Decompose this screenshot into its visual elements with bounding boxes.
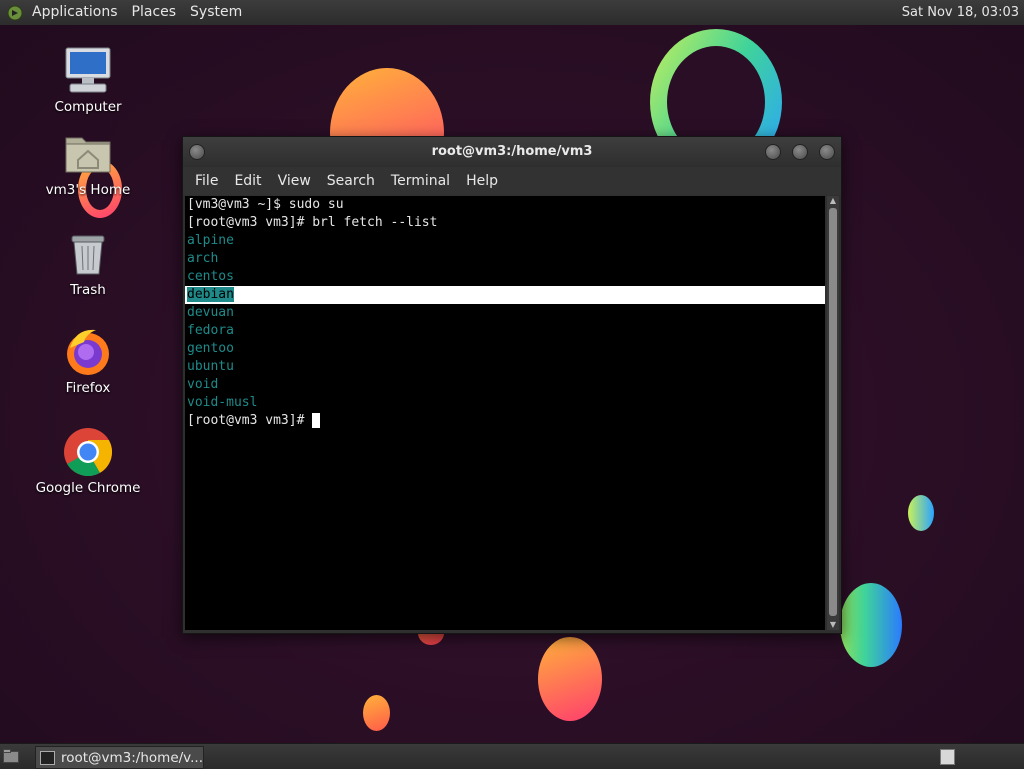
system-menu[interactable]: System [183, 0, 249, 25]
wallpaper-blob [840, 583, 902, 667]
terminal-line: fedora [187, 323, 234, 338]
text-cursor [312, 413, 321, 428]
terminal-line: devuan [187, 305, 234, 320]
menu-search[interactable]: Search [319, 173, 383, 189]
desktop-icon-trash[interactable]: Trash [33, 228, 143, 298]
desktop-icon-home[interactable]: vm3's Home [33, 128, 143, 198]
terminal-scrollbar[interactable]: ▲ ▼ [827, 196, 839, 630]
terminal-line: gentoo [187, 341, 234, 356]
show-desktop-icon[interactable] [3, 749, 19, 763]
menu-file[interactable]: File [187, 173, 226, 189]
scroll-up-icon[interactable]: ▲ [827, 196, 839, 206]
window-titlebar[interactable]: root@vm3:/home/vm3 [183, 137, 841, 167]
desktop-icon-label: vm3's Home [45, 182, 131, 198]
taskbar-terminal-button[interactable]: root@vm3:/home/v... [35, 746, 204, 769]
applications-menu[interactable]: Applications [25, 0, 125, 25]
taskbar-label: root@vm3:/home/v... [60, 749, 203, 766]
workspace-switcher[interactable] [940, 749, 955, 765]
terminal-line: ubuntu [187, 359, 234, 374]
menu-view[interactable]: View [270, 173, 319, 189]
minimize-button[interactable] [765, 144, 781, 160]
terminal-line: [root@vm3 vm3]# [185, 412, 825, 430]
wallpaper-blob [538, 637, 602, 721]
bottom-panel: root@vm3:/home/v... [0, 743, 1024, 769]
trash-icon [62, 228, 114, 280]
scroll-down-icon[interactable]: ▼ [827, 620, 839, 630]
desktop-icon-chrome[interactable]: Google Chrome [33, 426, 143, 496]
window-menu-button[interactable] [189, 144, 205, 160]
clock[interactable]: Sat Nov 18, 03:03 [902, 0, 1019, 25]
terminal-line: centos [187, 269, 234, 284]
chrome-icon [62, 426, 114, 478]
firefox-icon [62, 326, 114, 378]
selected-text: debian [187, 287, 234, 302]
wallpaper-blob [908, 495, 934, 531]
scrollbar-thumb[interactable] [829, 208, 837, 616]
menu-terminal[interactable]: Terminal [383, 173, 458, 189]
terminal-output[interactable]: [vm3@vm3 ~]$ sudo su [root@vm3 vm3]# brl … [185, 196, 825, 630]
terminal-line: arch [187, 251, 219, 266]
maximize-button[interactable] [792, 144, 808, 160]
terminal-line: alpine [187, 233, 234, 248]
desktop-icon-label: Google Chrome [35, 480, 141, 496]
menu-help[interactable]: Help [458, 173, 506, 189]
places-menu[interactable]: Places [125, 0, 184, 25]
window-title: root@vm3:/home/vm3 [431, 144, 593, 159]
menu-edit[interactable]: Edit [226, 173, 269, 189]
terminal-icon [40, 750, 55, 765]
terminal-line: debian [185, 286, 825, 304]
computer-icon [62, 45, 114, 97]
terminal-window[interactable]: root@vm3:/home/vm3 File Edit View Search… [182, 136, 842, 634]
home-folder-icon [62, 128, 114, 180]
prompt-text: [root@vm3 vm3]# [187, 413, 313, 428]
desktop-icon-computer[interactable]: Computer [33, 45, 143, 115]
terminal-line: void [187, 377, 219, 392]
close-button[interactable] [819, 144, 835, 160]
terminal-line: [root@vm3 vm3]# brl fetch --list [187, 215, 438, 230]
mate-logo-icon[interactable] [7, 5, 23, 21]
desktop-icon-firefox[interactable]: Firefox [33, 326, 143, 396]
terminal-menubar: File Edit View Search Terminal Help [183, 167, 841, 195]
desktop-icon-label: Trash [70, 282, 106, 298]
terminal-line: [vm3@vm3 ~]$ sudo su [187, 197, 344, 212]
terminal-line: void-musl [187, 395, 258, 410]
top-panel: Applications Places System Sat Nov 18, 0… [0, 0, 1024, 26]
desktop-icon-label: Computer [54, 99, 122, 115]
wallpaper-blob [363, 695, 390, 731]
desktop-icon-label: Firefox [65, 380, 111, 396]
